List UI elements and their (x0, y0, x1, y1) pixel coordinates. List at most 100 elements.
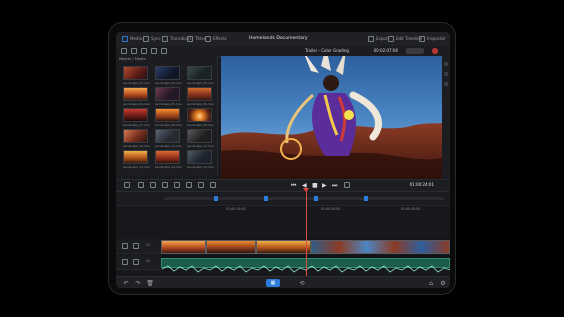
video-clip[interactable] (256, 240, 311, 254)
viewer[interactable] (221, 56, 442, 181)
transitions-icon (162, 36, 168, 42)
timeline-overview-marker[interactable] (314, 196, 318, 201)
tool-icon[interactable] (444, 62, 448, 66)
speaker-icon[interactable] (133, 259, 139, 265)
skip-back-icon[interactable]: ⏮ (291, 182, 296, 190)
media-thumb-label: Landscape_14.mov (155, 165, 182, 169)
project-title: Homelands Documentary (249, 36, 308, 41)
viewer-header: Trailer - Color Grading 00:02:07:06 (217, 46, 450, 56)
inspector-button[interactable]: Inspector (419, 35, 446, 43)
media-thumb-label: Landscape_01.mov (123, 81, 150, 85)
viewer-zoom-control[interactable] (406, 48, 424, 54)
video-clip[interactable] (161, 240, 206, 254)
tab-media[interactable]: Media (122, 35, 142, 43)
timeline-overview-marker[interactable] (364, 196, 368, 201)
effects-icon (205, 36, 211, 42)
tool-icon[interactable] (210, 182, 216, 188)
stop-icon[interactable]: ■ (312, 182, 318, 189)
sync-icon (143, 36, 149, 42)
media-thumb[interactable] (187, 150, 212, 164)
viewer-title: Trailer - Color Grading (305, 48, 349, 53)
tool-icon[interactable] (186, 182, 192, 188)
skip-forward-icon[interactable]: ⏭ (332, 182, 337, 190)
tool-icon[interactable] (150, 182, 156, 188)
home-icon[interactable]: ⌂ (427, 279, 435, 287)
media-thumb-label: Landscape_13.mov (123, 165, 150, 169)
video-clip[interactable] (311, 240, 450, 254)
transport-bar: ⏮ ◀ ■ ▶ ⏭ 01:00:24:01 (116, 179, 450, 192)
media-thumb-label: Landscape_12.mov (187, 144, 214, 148)
settings-icon[interactable]: ⚙ (439, 279, 447, 287)
sort-icon[interactable] (161, 48, 167, 54)
tab-titles[interactable]: Titles (187, 35, 206, 43)
media-thumb-label: Landscape_09.mov (187, 123, 214, 127)
tool-icon[interactable] (444, 72, 448, 76)
inspector-label: Inspector (427, 36, 446, 41)
media-thumb[interactable] (187, 108, 212, 122)
timeline-overview-marker[interactable] (264, 196, 268, 201)
tool-icon[interactable] (138, 182, 144, 188)
media-thumb[interactable] (155, 150, 180, 164)
media-thumb-label: Landscape_02.mov (155, 81, 182, 85)
viewer-timecode: 00:02:07:06 (373, 48, 398, 53)
tab-sync[interactable]: Sync (143, 35, 161, 43)
list-view-icon[interactable] (131, 48, 137, 54)
track-header-video: V1 (116, 239, 161, 254)
media-thumb[interactable] (155, 66, 180, 80)
media-thumb-label: Landscape_08.mov (155, 123, 182, 127)
viewer-image (221, 56, 442, 181)
timeline-overview[interactable] (116, 192, 450, 206)
media-pool-header: Master / Media (119, 57, 146, 61)
playhead[interactable] (306, 190, 307, 276)
media-thumb[interactable] (123, 87, 148, 101)
media-thumb[interactable] (155, 129, 180, 143)
media-thumb-label: Landscape_10.mov (123, 144, 150, 148)
lock-icon[interactable] (122, 259, 128, 265)
tool-icon[interactable] (124, 182, 130, 188)
history-icon[interactable]: ⟲ (298, 279, 306, 287)
folder-icon[interactable] (151, 48, 157, 54)
media-thumb[interactable] (187, 87, 212, 101)
media-thumb-label: Landscape_03.mov (187, 81, 214, 85)
timeline-overview-track (164, 197, 444, 200)
tool-icon[interactable] (444, 82, 448, 86)
media-thumb[interactable] (187, 129, 212, 143)
redo-icon[interactable]: ↷ (134, 279, 142, 287)
loop-icon[interactable] (344, 182, 350, 188)
tab-media-label: Media (130, 36, 143, 41)
viewer-side-rail (442, 56, 450, 181)
play-icon[interactable]: ▶ (322, 182, 327, 189)
tab-sync-label: Sync (151, 36, 161, 41)
video-clip[interactable] (206, 240, 256, 254)
grid-view-icon[interactable] (121, 48, 127, 54)
undo-icon[interactable]: ↶ (122, 279, 130, 287)
ruler-label: 01:00:15:00 (226, 207, 246, 211)
media-thumb[interactable] (123, 150, 148, 164)
media-thumb[interactable] (155, 108, 180, 122)
export-button[interactable]: Export (368, 35, 389, 43)
tool-icon[interactable] (198, 182, 204, 188)
delete-icon[interactable]: 🗑 (146, 279, 154, 287)
timeline-overview-marker[interactable] (214, 196, 218, 201)
tab-effects[interactable]: Effects (205, 35, 227, 43)
tool-icon[interactable] (162, 182, 168, 188)
eye-icon[interactable] (122, 243, 128, 249)
media-thumb[interactable] (155, 87, 180, 101)
edit-page-icon[interactable]: ▦ (266, 279, 280, 287)
media-thumb[interactable] (123, 129, 148, 143)
import-icon[interactable] (141, 48, 147, 54)
media-thumb[interactable] (123, 108, 148, 122)
media-thumb-label: Landscape_04.mov (123, 102, 150, 106)
titles-icon (187, 36, 193, 42)
edit-timeline-button[interactable]: Edit Timeline (388, 35, 422, 43)
media-icon (122, 36, 128, 42)
media-thumb[interactable] (123, 66, 148, 80)
media-thumb-label: Landscape_05.mov (155, 102, 182, 106)
media-thumb[interactable] (187, 66, 212, 80)
record-icon[interactable] (432, 48, 438, 54)
tab-effects-label: Effects (213, 36, 227, 41)
top-bar: Media Sync Transitions Titles Effects Ho… (116, 32, 450, 47)
speaker-icon[interactable] (133, 243, 139, 249)
inspector-icon (419, 36, 425, 42)
tool-icon[interactable] (174, 182, 180, 188)
